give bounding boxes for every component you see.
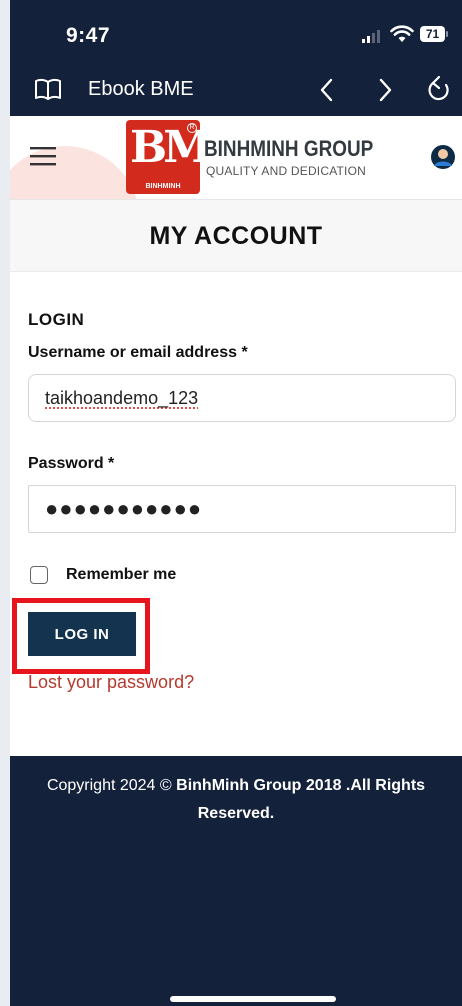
book-icon[interactable] — [34, 78, 62, 100]
logo-monogram: BM — [130, 122, 212, 173]
remember-me-label[interactable]: Remember me — [66, 566, 176, 584]
status-bar: 9:47 71 — [10, 0, 462, 68]
footer: Copyright 2024 © BinhMinh Group 2018 .Al… — [10, 756, 462, 1006]
left-edge-strip — [0, 0, 10, 1006]
copyright-company: BinhMinh Group 2018 .All Rights Reserved… — [176, 777, 426, 822]
username-value: taikhoandemo_123 — [45, 387, 199, 408]
password-value: ●●●●●●●●●●● — [45, 496, 203, 521]
battery-icon: 71 — [420, 26, 448, 42]
browser-title: Ebook BME — [88, 78, 194, 100]
cellular-signal-icon — [362, 30, 380, 43]
site-header: BM R BINHMINH BINHMINH GROUP QUALITY AND… — [10, 116, 462, 200]
brand-tagline: QUALITY AND DEDICATION — [206, 164, 366, 178]
chevron-left-icon[interactable] — [318, 77, 336, 103]
page-title: MY ACCOUNT — [149, 222, 323, 250]
registered-mark: R — [187, 123, 197, 133]
username-label: Username or email address * — [28, 344, 248, 361]
chevron-right-icon[interactable] — [376, 77, 394, 103]
password-input[interactable]: ●●●●●●●●●●● — [28, 485, 456, 533]
battery-level: 71 — [425, 27, 440, 41]
brand-name: BINHMINH GROUP — [204, 136, 374, 161]
wifi-icon — [390, 25, 414, 42]
password-label: Password * — [28, 455, 115, 472]
username-input[interactable]: taikhoandemo_123 — [28, 374, 456, 422]
login-button[interactable]: LOG IN — [28, 612, 136, 656]
remember-me-checkbox[interactable] — [30, 566, 48, 584]
login-heading: LOGIN — [28, 310, 85, 329]
browser-bar: Ebook BME — [10, 68, 462, 114]
copyright-prefix: Copyright 2024 © — [46, 777, 177, 794]
home-indicator[interactable] — [170, 996, 336, 1002]
logo-subtext: BINHMINH — [145, 183, 181, 190]
reload-icon[interactable] — [426, 75, 452, 105]
hamburger-menu-icon[interactable] — [30, 146, 56, 166]
lost-password-link[interactable]: Lost your password? — [28, 672, 194, 693]
user-account-icon[interactable] — [430, 144, 456, 170]
copyright-text: Copyright 2024 © BinhMinh Group 2018 .Al… — [30, 772, 442, 828]
page-title-band: MY ACCOUNT — [10, 200, 462, 272]
status-time: 9:47 — [66, 24, 111, 47]
brand-logo[interactable]: BM R BINHMINH — [126, 120, 212, 194]
